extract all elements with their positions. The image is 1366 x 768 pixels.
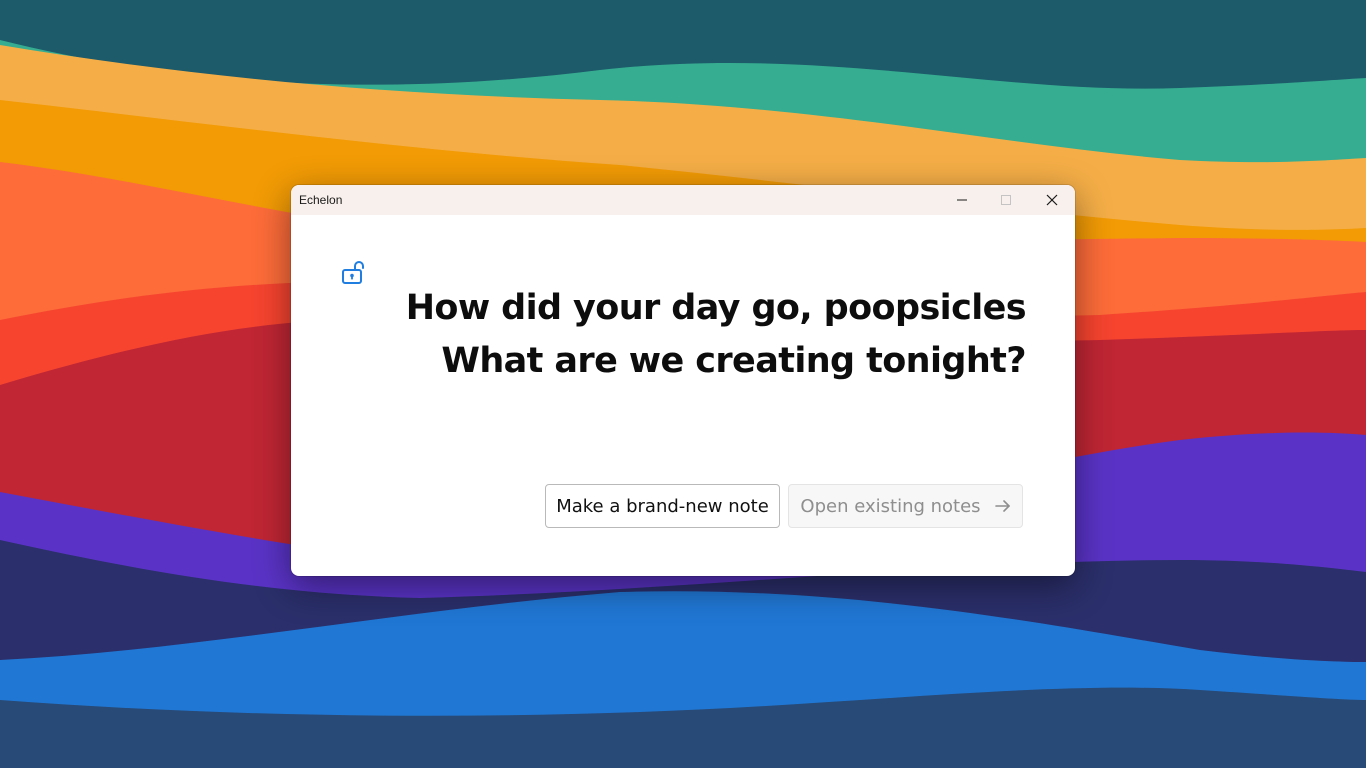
arrow-right-icon [994, 499, 1011, 513]
greeting-headline: How did your day go, poopsicles What are… [405, 282, 1027, 388]
app-window: Echelon How did your day go, poopsicles … [291, 185, 1075, 576]
minimize-icon [957, 199, 967, 201]
unlocked-padlock-icon[interactable] [341, 259, 365, 285]
greeting-line-1: How did your day go, poopsicles [405, 288, 1027, 328]
maximize-button [983, 185, 1029, 215]
title-bar[interactable]: Echelon [291, 185, 1075, 215]
close-icon [1046, 194, 1058, 206]
close-button[interactable] [1029, 185, 1075, 215]
minimize-button[interactable] [939, 185, 985, 215]
open-notes-button[interactable]: Open existing notes [788, 484, 1023, 528]
open-notes-button-label: Open existing notes [800, 495, 981, 517]
maximize-icon [1001, 195, 1011, 205]
new-note-button-label: Make a brand-new note [556, 495, 769, 517]
window-title: Echelon [299, 193, 343, 207]
greeting-line-2: What are we creating tonight? [441, 341, 1026, 381]
new-note-button[interactable]: Make a brand-new note [545, 484, 780, 528]
